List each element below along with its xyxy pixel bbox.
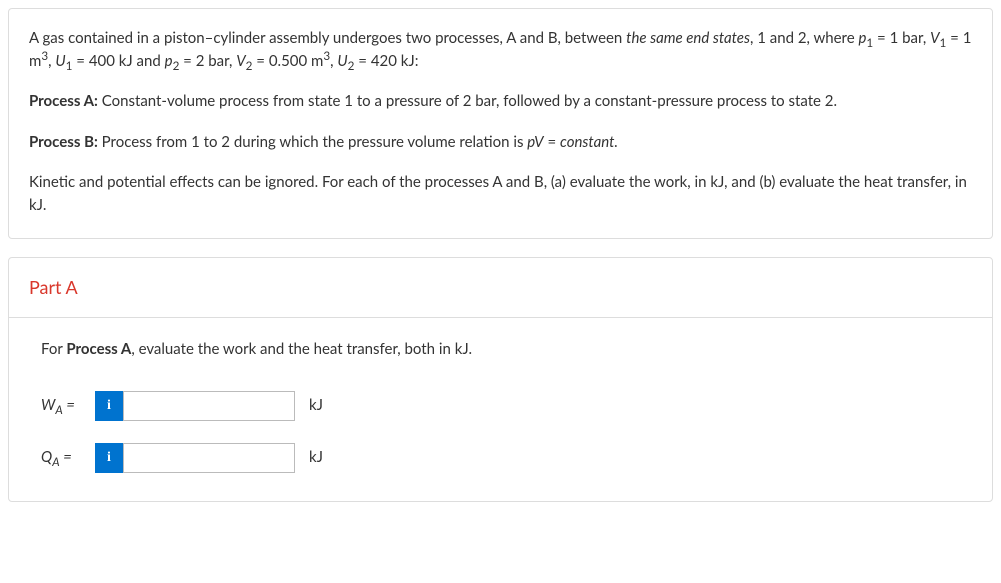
- qa-input[interactable]: [123, 443, 295, 473]
- info-icon[interactable]: i: [95, 391, 123, 421]
- process-b-desc: Process B: Process from 1 to 2 during wh…: [29, 131, 972, 154]
- part-a-header: Part A: [9, 258, 992, 318]
- wa-input[interactable]: [123, 391, 295, 421]
- wa-unit: kJ: [309, 394, 323, 417]
- part-a-body: For Process A, evaluate the work and the…: [9, 318, 992, 501]
- question-body: A gas contained in a piston–cylinder ass…: [29, 27, 972, 216]
- wa-label: WA =: [41, 394, 95, 417]
- qa-unit: kJ: [309, 446, 323, 469]
- qa-label: QA =: [41, 446, 95, 469]
- info-icon[interactable]: i: [95, 443, 123, 473]
- part-a-card: Part A For Process A, evaluate the work …: [8, 257, 993, 502]
- process-a-desc: Process A: Constant-volume process from …: [29, 90, 972, 113]
- answer-row-qa: QA = i kJ: [41, 443, 968, 473]
- problem-statement-card: A gas contained in a piston–cylinder ass…: [8, 8, 993, 239]
- answer-row-wa: WA = i kJ: [41, 391, 968, 421]
- part-a-instruction: For Process A, evaluate the work and the…: [41, 338, 968, 361]
- question-closing: Kinetic and potential effects can be ign…: [29, 171, 972, 216]
- part-a-title: Part A: [29, 274, 972, 301]
- question-intro: A gas contained in a piston–cylinder ass…: [29, 27, 972, 72]
